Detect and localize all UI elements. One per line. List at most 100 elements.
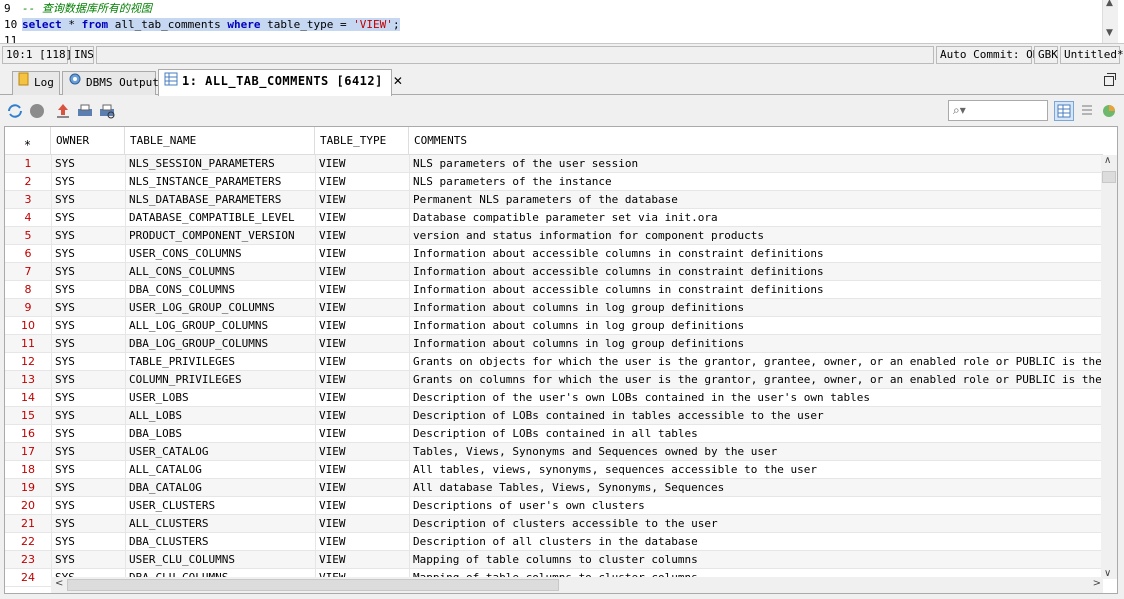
- table-row[interactable]: 8 SYS DBA_CONS_COLUMNS VIEW Information abou…: [5, 281, 1103, 299]
- cell-owner[interactable]: SYS: [51, 371, 125, 389]
- column-header-table-type[interactable]: TABLE_TYPE: [315, 127, 409, 155]
- cell-comments[interactable]: Permanent NLS parameters of the database: [409, 191, 1103, 209]
- cell-table-type[interactable]: VIEW: [315, 443, 409, 461]
- row-number[interactable]: 21: [5, 515, 51, 533]
- row-number[interactable]: 15: [5, 407, 51, 425]
- insert-mode[interactable]: INS: [70, 46, 94, 64]
- select-all-cell[interactable]: *: [5, 127, 51, 155]
- table-row[interactable]: 21 SYS ALL_CLUSTERS VIEW Description of clus…: [5, 515, 1103, 533]
- scroll-down-icon[interactable]: ▼: [1106, 28, 1113, 38]
- row-number[interactable]: 6: [5, 245, 51, 263]
- cell-owner[interactable]: SYS: [51, 281, 125, 299]
- table-row[interactable]: 5 SYS PRODUCT_COMPONENT_VERSION VIEW version…: [5, 227, 1103, 245]
- cell-owner[interactable]: SYS: [51, 407, 125, 425]
- cell-table-type[interactable]: VIEW: [315, 461, 409, 479]
- row-number[interactable]: 3: [5, 191, 51, 209]
- cell-comments[interactable]: Information about columns in log group d…: [409, 335, 1103, 353]
- cell-owner[interactable]: SYS: [51, 173, 125, 191]
- single-record-view-icon[interactable]: [1078, 102, 1096, 120]
- row-number[interactable]: 12: [5, 353, 51, 371]
- cell-comments[interactable]: Grants on objects for which the user is …: [409, 353, 1103, 371]
- cell-comments[interactable]: All database Tables, Views, Synonyms, Se…: [409, 479, 1103, 497]
- scroll-left-icon[interactable]: <: [55, 578, 63, 589]
- row-number[interactable]: 8: [5, 281, 51, 299]
- cell-table-type[interactable]: VIEW: [315, 245, 409, 263]
- cell-comments[interactable]: version and status information for compo…: [409, 227, 1103, 245]
- cell-table-type[interactable]: VIEW: [315, 191, 409, 209]
- cell-table-type[interactable]: VIEW: [315, 515, 409, 533]
- grid-vertical-scrollbar[interactable]: ∧ ∨: [1101, 155, 1117, 579]
- cell-table-name[interactable]: ALL_CONS_COLUMNS: [125, 263, 315, 281]
- table-row[interactable]: 6 SYS USER_CONS_COLUMNS VIEW Information abo…: [5, 245, 1103, 263]
- row-number[interactable]: 1: [5, 155, 51, 173]
- cell-table-name[interactable]: ALL_LOBS: [125, 407, 315, 425]
- table-row[interactable]: 22 SYS DBA_CLUSTERS VIEW Description of all …: [5, 533, 1103, 551]
- cell-table-type[interactable]: VIEW: [315, 227, 409, 245]
- print-icon[interactable]: [76, 102, 94, 120]
- table-row[interactable]: 14 SYS USER_LOBS VIEW Description of the use…: [5, 389, 1103, 407]
- table-row[interactable]: 4 SYS DATABASE_COMPATIBLE_LEVEL VIEW Databas…: [5, 209, 1103, 227]
- cell-owner[interactable]: SYS: [51, 209, 125, 227]
- cell-table-name[interactable]: USER_LOBS: [125, 389, 315, 407]
- cell-table-name[interactable]: DBA_LOBS: [125, 425, 315, 443]
- cell-table-type[interactable]: VIEW: [315, 425, 409, 443]
- table-row[interactable]: 7 SYS ALL_CONS_COLUMNS VIEW Information abou…: [5, 263, 1103, 281]
- result-grid[interactable]: * OWNER TABLE_NAME TABLE_TYPE COMMENTS 1…: [4, 126, 1118, 594]
- cell-owner[interactable]: SYS: [51, 155, 125, 173]
- column-header-table-name[interactable]: TABLE_NAME: [125, 127, 315, 155]
- scroll-thumb[interactable]: [67, 579, 559, 591]
- cell-owner[interactable]: SYS: [51, 551, 125, 569]
- cell-comments[interactable]: Description of the user's own LOBs conta…: [409, 389, 1103, 407]
- cell-comments[interactable]: Grants on columns for which the user is …: [409, 371, 1103, 389]
- cell-table-name[interactable]: DATABASE_COMPATIBLE_LEVEL: [125, 209, 315, 227]
- editor-scrollbar[interactable]: ▲ ▼: [1102, 0, 1118, 43]
- cell-owner[interactable]: SYS: [51, 263, 125, 281]
- scroll-down-icon[interactable]: ∨: [1104, 568, 1111, 579]
- scroll-up-icon[interactable]: ∧: [1104, 155, 1111, 166]
- cell-comments[interactable]: Mapping of table columns to cluster colu…: [409, 551, 1103, 569]
- cell-table-name[interactable]: COLUMN_PRIVILEGES: [125, 371, 315, 389]
- cell-table-name[interactable]: DBA_CATALOG: [125, 479, 315, 497]
- table-row[interactable]: 11 SYS DBA_LOG_GROUP_COLUMNS VIEW Informatio…: [5, 335, 1103, 353]
- cell-comments[interactable]: Information about accessible columns in …: [409, 263, 1103, 281]
- cell-comments[interactable]: Description of clusters accessible to th…: [409, 515, 1103, 533]
- row-number[interactable]: 11: [5, 335, 51, 353]
- cell-table-type[interactable]: VIEW: [315, 299, 409, 317]
- scroll-right-icon[interactable]: >: [1093, 578, 1101, 589]
- tab-result-grid[interactable]: 1: ALL_TAB_COMMENTS [6412] ✕: [158, 69, 403, 96]
- cell-table-name[interactable]: USER_LOG_GROUP_COLUMNS: [125, 299, 315, 317]
- tab-dbms-output[interactable]: DBMS Output: [62, 71, 159, 95]
- cell-table-type[interactable]: VIEW: [315, 281, 409, 299]
- row-number[interactable]: 19: [5, 479, 51, 497]
- column-header-comments[interactable]: COMMENTS: [409, 127, 1103, 155]
- cell-table-name[interactable]: ALL_CLUSTERS: [125, 515, 315, 533]
- cell-comments[interactable]: Database compatible parameter set via in…: [409, 209, 1103, 227]
- table-row[interactable]: 23 SYS USER_CLU_COLUMNS VIEW Mapping of tabl…: [5, 551, 1103, 569]
- cell-comments[interactable]: NLS parameters of the user session: [409, 155, 1103, 173]
- scroll-up-icon[interactable]: ▲: [1106, 0, 1113, 8]
- table-row[interactable]: 12 SYS TABLE_PRIVILEGES VIEW Grants on objec…: [5, 353, 1103, 371]
- row-number[interactable]: 17: [5, 443, 51, 461]
- cell-table-name[interactable]: USER_CATALOG: [125, 443, 315, 461]
- table-row[interactable]: 13 SYS COLUMN_PRIVILEGES VIEW Grants on colu…: [5, 371, 1103, 389]
- cell-table-name[interactable]: NLS_INSTANCE_PARAMETERS: [125, 173, 315, 191]
- cell-owner[interactable]: SYS: [51, 479, 125, 497]
- cell-owner[interactable]: SYS: [51, 245, 125, 263]
- cell-comments[interactable]: Descriptions of user's own clusters: [409, 497, 1103, 515]
- cell-comments[interactable]: Description of LOBs contained in tables …: [409, 407, 1103, 425]
- cell-table-name[interactable]: ALL_LOG_GROUP_COLUMNS: [125, 317, 315, 335]
- cell-table-name[interactable]: USER_CLUSTERS: [125, 497, 315, 515]
- cell-owner[interactable]: SYS: [51, 497, 125, 515]
- cell-owner[interactable]: SYS: [51, 353, 125, 371]
- cell-table-type[interactable]: VIEW: [315, 479, 409, 497]
- cell-owner[interactable]: SYS: [51, 533, 125, 551]
- cell-table-name[interactable]: USER_CONS_COLUMNS: [125, 245, 315, 263]
- row-number[interactable]: 13: [5, 371, 51, 389]
- refresh-icon[interactable]: [6, 102, 24, 120]
- cell-table-type[interactable]: VIEW: [315, 497, 409, 515]
- row-number[interactable]: 5: [5, 227, 51, 245]
- table-row[interactable]: 2 SYS NLS_INSTANCE_PARAMETERS VIEW NLS param…: [5, 173, 1103, 191]
- sql-editor[interactable]: 9 -- 查询数据库所有的视图 10 select * from all_tab_c…: [0, 0, 1124, 44]
- row-number[interactable]: 4: [5, 209, 51, 227]
- cell-owner[interactable]: SYS: [51, 515, 125, 533]
